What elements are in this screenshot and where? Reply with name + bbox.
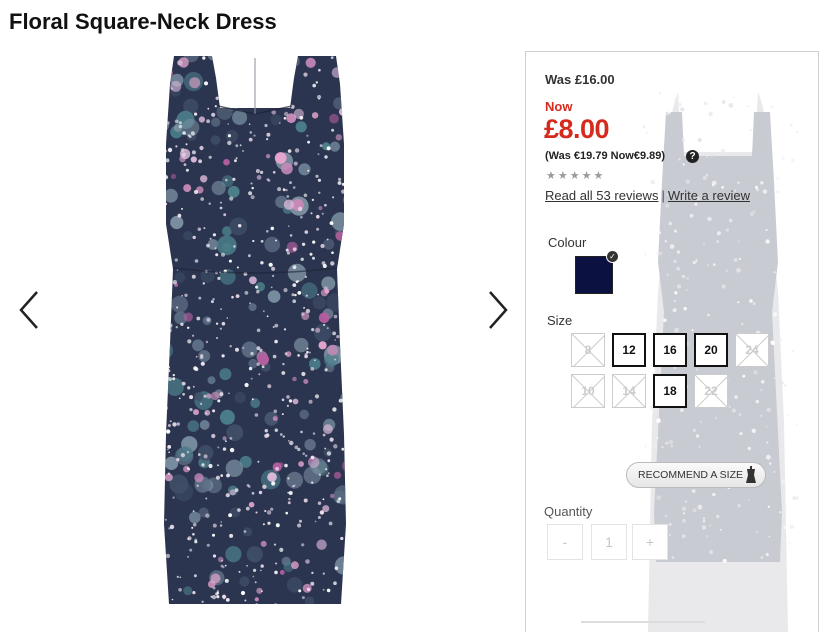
size-option-label: 14 [622,384,636,398]
quantity-decrease-button[interactable]: - [547,524,583,560]
product-info-panel: Was £16.00 Now £8.00 (Was €19.79 Now€9.8… [525,51,819,632]
size-option-22[interactable]: 22 [694,374,728,408]
size-option-16[interactable]: 16 [653,333,687,367]
product-image-gallery [0,52,520,621]
size-option-label: 20 [704,343,718,357]
quantity-increase-button[interactable]: + [632,524,668,560]
product-image [160,54,350,606]
rating-stars: ★★★★★ [546,170,606,182]
recommend-size-button[interactable]: RECOMMEND A SIZE [626,462,766,488]
quantity-input[interactable]: 1 [591,524,627,560]
colour-swatch-navy[interactable] [575,256,613,294]
size-label: Size [547,313,573,328]
size-option-label: 16 [663,343,677,357]
size-option-8[interactable]: 8 [571,333,605,367]
size-option-12[interactable]: 12 [612,333,646,367]
euro-price: (Was €19.79 Now€9.89) [545,150,666,162]
chevron-left-icon [19,291,38,329]
size-option-24[interactable]: 24 [735,333,769,367]
reviews-links: Read all 53 reviews | Write a review [545,188,750,203]
was-price: Was £16.00 [545,72,615,87]
add-to-bag-edge [581,621,705,623]
reviews-separator: | [661,188,665,203]
product-title: Floral Square-Neck Dress [9,9,277,34]
question-circle-icon[interactable]: ? [686,150,699,163]
size-option-label: 12 [622,343,636,357]
next-image-button[interactable] [480,288,510,332]
size-option-label: 10 [581,384,595,398]
colour-label: Colour [548,235,587,250]
now-label: Now [545,99,573,114]
size-option-14[interactable]: 14 [612,374,646,408]
check-icon: ✓ [606,250,619,263]
size-option-label: 18 [663,384,677,398]
quantity-label: Quantity [544,504,593,519]
size-option-20[interactable]: 20 [694,333,728,367]
chevron-right-icon [489,291,508,329]
size-option-10[interactable]: 10 [571,374,605,408]
recommend-size-label: RECOMMEND A SIZE [638,469,744,481]
size-option-label: 8 [584,343,592,357]
read-reviews-link[interactable]: Read all 53 reviews [545,188,658,203]
now-price: £8.00 [544,114,610,144]
size-option-label: 24 [745,343,759,357]
mannequin-icon [746,466,756,483]
size-option-label: 22 [704,384,718,398]
size-option-18[interactable]: 18 [653,374,687,408]
previous-image-button[interactable] [17,288,47,332]
write-review-link[interactable]: Write a review [668,188,750,203]
